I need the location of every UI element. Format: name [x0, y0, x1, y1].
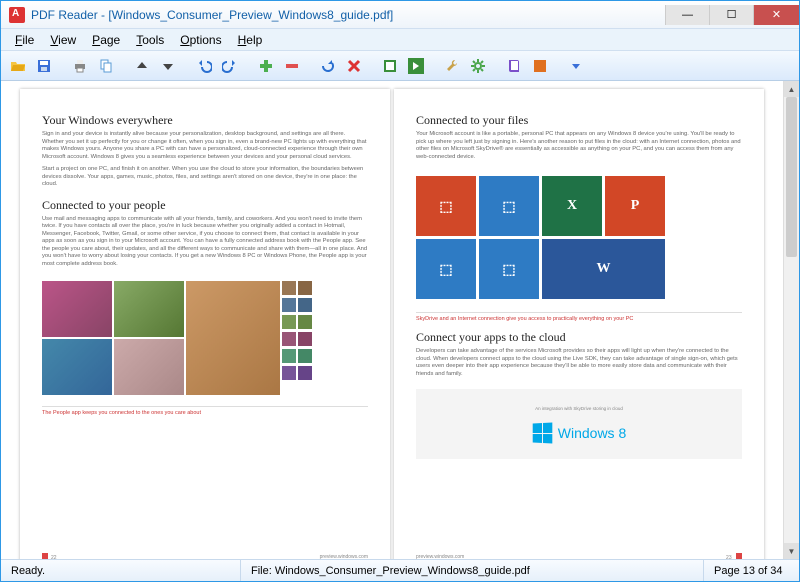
fit-page-icon[interactable]: [379, 55, 401, 77]
caption: SkyDrive and an Internet connection give…: [416, 312, 742, 322]
page-spread: Your Windows everywhere Sign in and your…: [9, 89, 775, 559]
cloud-caption: An integration with SkyDrive storing in …: [535, 406, 623, 411]
redo-icon[interactable]: [219, 55, 241, 77]
status-ready: Ready.: [1, 560, 241, 581]
cloud-illustration: An integration with SkyDrive storing in …: [416, 389, 742, 459]
window-controls: — ☐ ✕: [665, 5, 799, 25]
vertical-scrollbar[interactable]: ▲ ▼: [783, 81, 799, 559]
body-text: Start a project on one PC, and finish it…: [42, 166, 368, 189]
body-text: Your Microsoft account is like a portabl…: [416, 131, 742, 161]
page-footer: preview.windows.com 23: [416, 553, 742, 559]
skydrive-tiles: ⬚ ⬚ X P ⬚ ⬚ W: [416, 176, 742, 299]
print-icon[interactable]: [69, 55, 91, 77]
gear-icon[interactable]: [467, 55, 489, 77]
footer-site: preview.windows.com: [320, 554, 368, 559]
page-number: 23: [726, 555, 732, 559]
down-arrow-icon[interactable]: [157, 55, 179, 77]
page-footer: 22 preview.windows.com: [42, 553, 368, 559]
body-text: Use mail and messaging apps to communica…: [42, 216, 368, 269]
book-icon[interactable]: [503, 55, 525, 77]
app-icon: [9, 7, 25, 23]
page-view[interactable]: Your Windows everywhere Sign in and your…: [1, 81, 783, 559]
save-icon[interactable]: [33, 55, 55, 77]
maximize-button[interactable]: ☐: [709, 5, 753, 25]
scroll-down-icon[interactable]: ▼: [784, 543, 799, 559]
status-file: File: Windows_Consumer_Preview_Windows8_…: [241, 560, 704, 581]
menu-file[interactable]: File: [7, 31, 42, 49]
up-arrow-icon[interactable]: [131, 55, 153, 77]
document-viewport: Your Windows everywhere Sign in and your…: [1, 81, 799, 559]
menubar: File View Page Tools Options Help: [1, 29, 799, 51]
pdf-page-left: Your Windows everywhere Sign in and your…: [20, 89, 390, 559]
scroll-thumb[interactable]: [786, 97, 797, 257]
heading: Your Windows everywhere: [42, 113, 368, 128]
add-icon[interactable]: [255, 55, 277, 77]
heading: Connected to your files: [416, 113, 742, 128]
refresh-icon[interactable]: [317, 55, 339, 77]
body-text: Sign in and your device is instantly ali…: [42, 131, 368, 161]
open-icon[interactable]: [7, 55, 29, 77]
delete-icon[interactable]: [343, 55, 365, 77]
scroll-up-icon[interactable]: ▲: [784, 81, 799, 97]
menu-tools[interactable]: Tools: [128, 31, 172, 49]
heading: Connect your apps to the cloud: [416, 330, 742, 345]
toolbar: [1, 51, 799, 81]
menu-view[interactable]: View: [42, 31, 84, 49]
brand-text: Windows 8: [558, 425, 626, 441]
footer-site: preview.windows.com: [416, 554, 464, 559]
people-photo-grid: [42, 281, 368, 395]
remove-icon[interactable]: [281, 55, 303, 77]
undo-icon[interactable]: [193, 55, 215, 77]
window-title: PDF Reader - [Windows_Consumer_Preview_W…: [31, 8, 665, 22]
body-text: Developers can take advantage of the ser…: [416, 348, 742, 378]
menu-help[interactable]: Help: [230, 31, 271, 49]
pdf-page-right: Connected to your files Your Microsoft a…: [394, 89, 764, 559]
caption: The People app keeps you connected to th…: [42, 406, 368, 416]
menu-page[interactable]: Page: [84, 31, 128, 49]
go-icon[interactable]: [405, 55, 427, 77]
wrench-icon[interactable]: [441, 55, 463, 77]
minimize-button[interactable]: —: [665, 5, 709, 25]
close-button[interactable]: ✕: [753, 5, 799, 25]
titlebar: PDF Reader - [Windows_Consumer_Preview_W…: [1, 1, 799, 29]
dropdown-icon[interactable]: [565, 55, 587, 77]
copy-icon[interactable]: [95, 55, 117, 77]
page-number: 22: [51, 555, 57, 559]
menu-options[interactable]: Options: [172, 31, 229, 49]
status-page: Page 13 of 34: [704, 560, 799, 581]
statusbar: Ready. File: Windows_Consumer_Preview_Wi…: [1, 559, 799, 581]
heading: Connected to your people: [42, 198, 368, 213]
windows8-logo: Windows 8: [532, 423, 626, 443]
stop-icon[interactable]: [529, 55, 551, 77]
